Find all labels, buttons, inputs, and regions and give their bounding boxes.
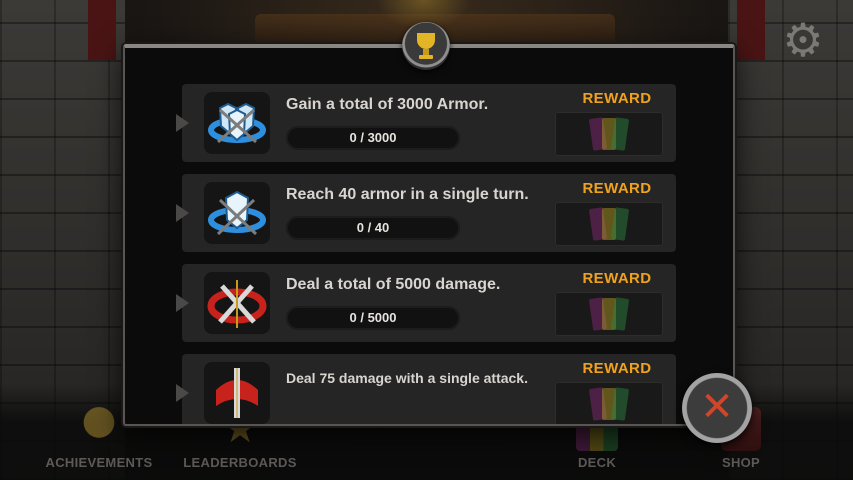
armor-shields-icon bbox=[204, 92, 270, 154]
progress-text: 0 / 40 bbox=[356, 220, 390, 235]
reward-button[interactable] bbox=[555, 202, 663, 246]
row-arrow-icon bbox=[176, 384, 189, 402]
reward-button[interactable] bbox=[555, 112, 663, 156]
reward-button[interactable] bbox=[555, 292, 663, 336]
achievement-row: Deal 75 damage with a single attack. REW… bbox=[176, 354, 676, 424]
achievements-modal: Gain a total of 3000 Armor. 0 / 3000 REW… bbox=[123, 44, 735, 426]
banner-left bbox=[88, 0, 116, 60]
achievement-title: Gain a total of 3000 Armor. bbox=[286, 96, 489, 113]
progress-text: 0 / 5000 bbox=[349, 310, 397, 325]
trophy-icon bbox=[402, 22, 450, 70]
row-arrow-icon bbox=[176, 204, 189, 222]
nav-label-shop: SHOP bbox=[721, 455, 761, 470]
nav-label-achievements: ACHIEVEMENTS bbox=[45, 455, 153, 470]
close-button[interactable]: ✕ bbox=[682, 373, 752, 443]
achievement-row: Gain a total of 3000 Armor. 0 / 3000 REW… bbox=[176, 84, 676, 162]
reward-label: REWARD bbox=[582, 90, 652, 107]
row-arrow-icon bbox=[176, 114, 189, 132]
reward-button[interactable] bbox=[555, 382, 663, 424]
progress-bar: 0 / 40 bbox=[286, 216, 460, 240]
close-icon: ✕ bbox=[700, 384, 734, 430]
nav-label-leaderboards: LEADERBOARDS bbox=[183, 455, 297, 470]
cards-icon bbox=[588, 297, 630, 331]
sword-icon bbox=[204, 362, 270, 424]
progress-text: 0 / 3000 bbox=[349, 130, 397, 145]
cards-icon bbox=[588, 117, 630, 151]
cards-icon bbox=[588, 207, 630, 241]
trophy-icon bbox=[75, 407, 123, 451]
cards-icon bbox=[588, 387, 630, 421]
armor-shield-icon bbox=[204, 182, 270, 244]
gear-icon[interactable]: ⚙ bbox=[779, 16, 827, 64]
row-arrow-icon bbox=[176, 294, 189, 312]
progress-bar: 0 / 5000 bbox=[286, 306, 460, 330]
reward-label: REWARD bbox=[582, 360, 652, 377]
reward-label: REWARD bbox=[582, 270, 652, 287]
banner-right bbox=[737, 0, 765, 60]
nav-label-deck: DECK bbox=[577, 455, 617, 470]
achievement-row: Reach 40 armor in a single turn. 0 / 40 … bbox=[176, 174, 676, 252]
achievement-title: Deal a total of 5000 damage. bbox=[286, 276, 501, 293]
progress-bar: 0 / 3000 bbox=[286, 126, 460, 150]
achievement-title: Deal 75 damage with a single attack. bbox=[286, 370, 528, 386]
reward-label: REWARD bbox=[582, 180, 652, 197]
achievement-list[interactable]: Gain a total of 3000 Armor. 0 / 3000 REW… bbox=[125, 48, 733, 424]
crossed-swords-icon bbox=[204, 272, 270, 334]
achievement-title: Reach 40 armor in a single turn. bbox=[286, 186, 529, 203]
achievement-row: Deal a total of 5000 damage. 0 / 5000 RE… bbox=[176, 264, 676, 342]
